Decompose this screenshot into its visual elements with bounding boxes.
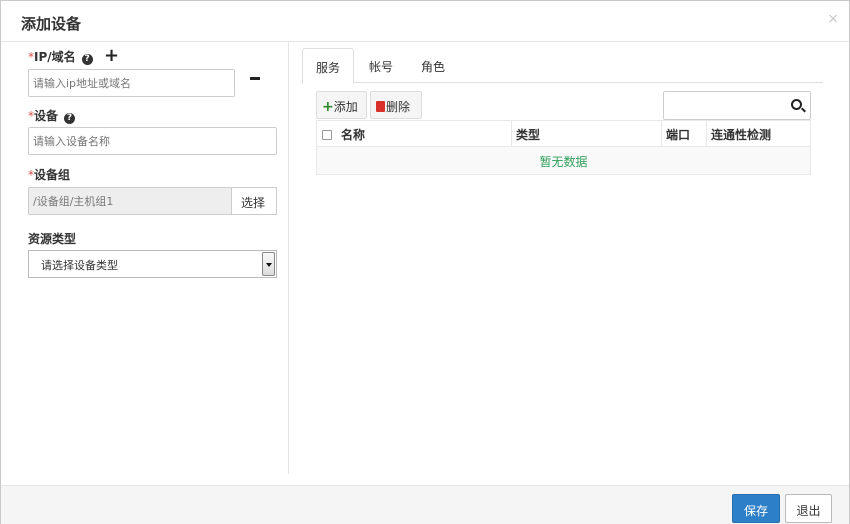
dialog-footer bbox=[1, 485, 849, 524]
select-all-checkbox[interactable] bbox=[322, 130, 332, 140]
add-button-label: 添加 bbox=[333, 100, 358, 114]
ip-field-label: *IP/域名? bbox=[28, 48, 93, 65]
tab-account[interactable]: 帐号 bbox=[356, 48, 406, 84]
plus-icon: + bbox=[322, 99, 334, 115]
column-header-port: 端口 bbox=[661, 121, 706, 147]
column-header-connectivity: 连通性检测 bbox=[706, 121, 810, 147]
trash-icon bbox=[376, 101, 385, 112]
search-icon[interactable] bbox=[791, 99, 802, 110]
plus-icon[interactable]: + bbox=[104, 47, 119, 65]
add-button[interactable]: +添加 bbox=[316, 91, 367, 119]
device-group-input bbox=[28, 187, 232, 215]
minus-icon[interactable] bbox=[250, 77, 260, 80]
resource-type-label: 资源类型 bbox=[28, 232, 77, 246]
tab-service[interactable]: 服务 bbox=[302, 48, 354, 84]
save-button[interactable]: 保存 bbox=[732, 494, 780, 523]
chevron-down-icon[interactable] bbox=[262, 252, 275, 276]
group-label-text: 设备组 bbox=[34, 168, 71, 182]
service-table: 名称 类型 端口 连通性检测 暂无数据 bbox=[316, 120, 811, 175]
search-box[interactable] bbox=[663, 91, 811, 120]
device-name-input[interactable] bbox=[28, 127, 277, 155]
device-label-text: 设备 bbox=[34, 109, 59, 123]
dialog-header: 添加设备 × bbox=[1, 1, 849, 42]
resource-type-select[interactable]: 请选择设备类型 bbox=[28, 250, 277, 278]
exit-button[interactable]: 退出 bbox=[785, 494, 832, 523]
select-group-button[interactable]: 选择 bbox=[231, 187, 277, 215]
delete-button-label: 删除 bbox=[386, 100, 411, 114]
delete-button[interactable]: 删除 bbox=[370, 91, 422, 119]
ip-input[interactable] bbox=[28, 69, 235, 97]
column-header-type: 类型 bbox=[511, 121, 661, 147]
tab-bar: 服务 帐号 角色 bbox=[302, 48, 823, 84]
group-field-label: *设备组 bbox=[28, 166, 70, 183]
close-icon[interactable]: × bbox=[827, 11, 839, 27]
empty-table-message: 暂无数据 bbox=[317, 147, 810, 174]
column-header-name: 名称 bbox=[341, 128, 366, 142]
ip-label-text: IP/域名 bbox=[34, 50, 76, 64]
tab-role[interactable]: 角色 bbox=[408, 48, 458, 84]
question-circle-icon[interactable]: ? bbox=[81, 54, 93, 65]
resource-type-selected: 请选择设备类型 bbox=[41, 259, 118, 272]
device-field-label: *设备? bbox=[28, 107, 76, 124]
question-circle-icon[interactable]: ? bbox=[64, 113, 76, 124]
table-header: 名称 类型 端口 连通性检测 bbox=[317, 121, 810, 147]
dialog-title: 添加设备 bbox=[21, 15, 82, 33]
add-device-dialog: 添加设备 × *IP/域名? + *设备? *设备组 选择 资源类型 请选择设备… bbox=[0, 0, 850, 524]
